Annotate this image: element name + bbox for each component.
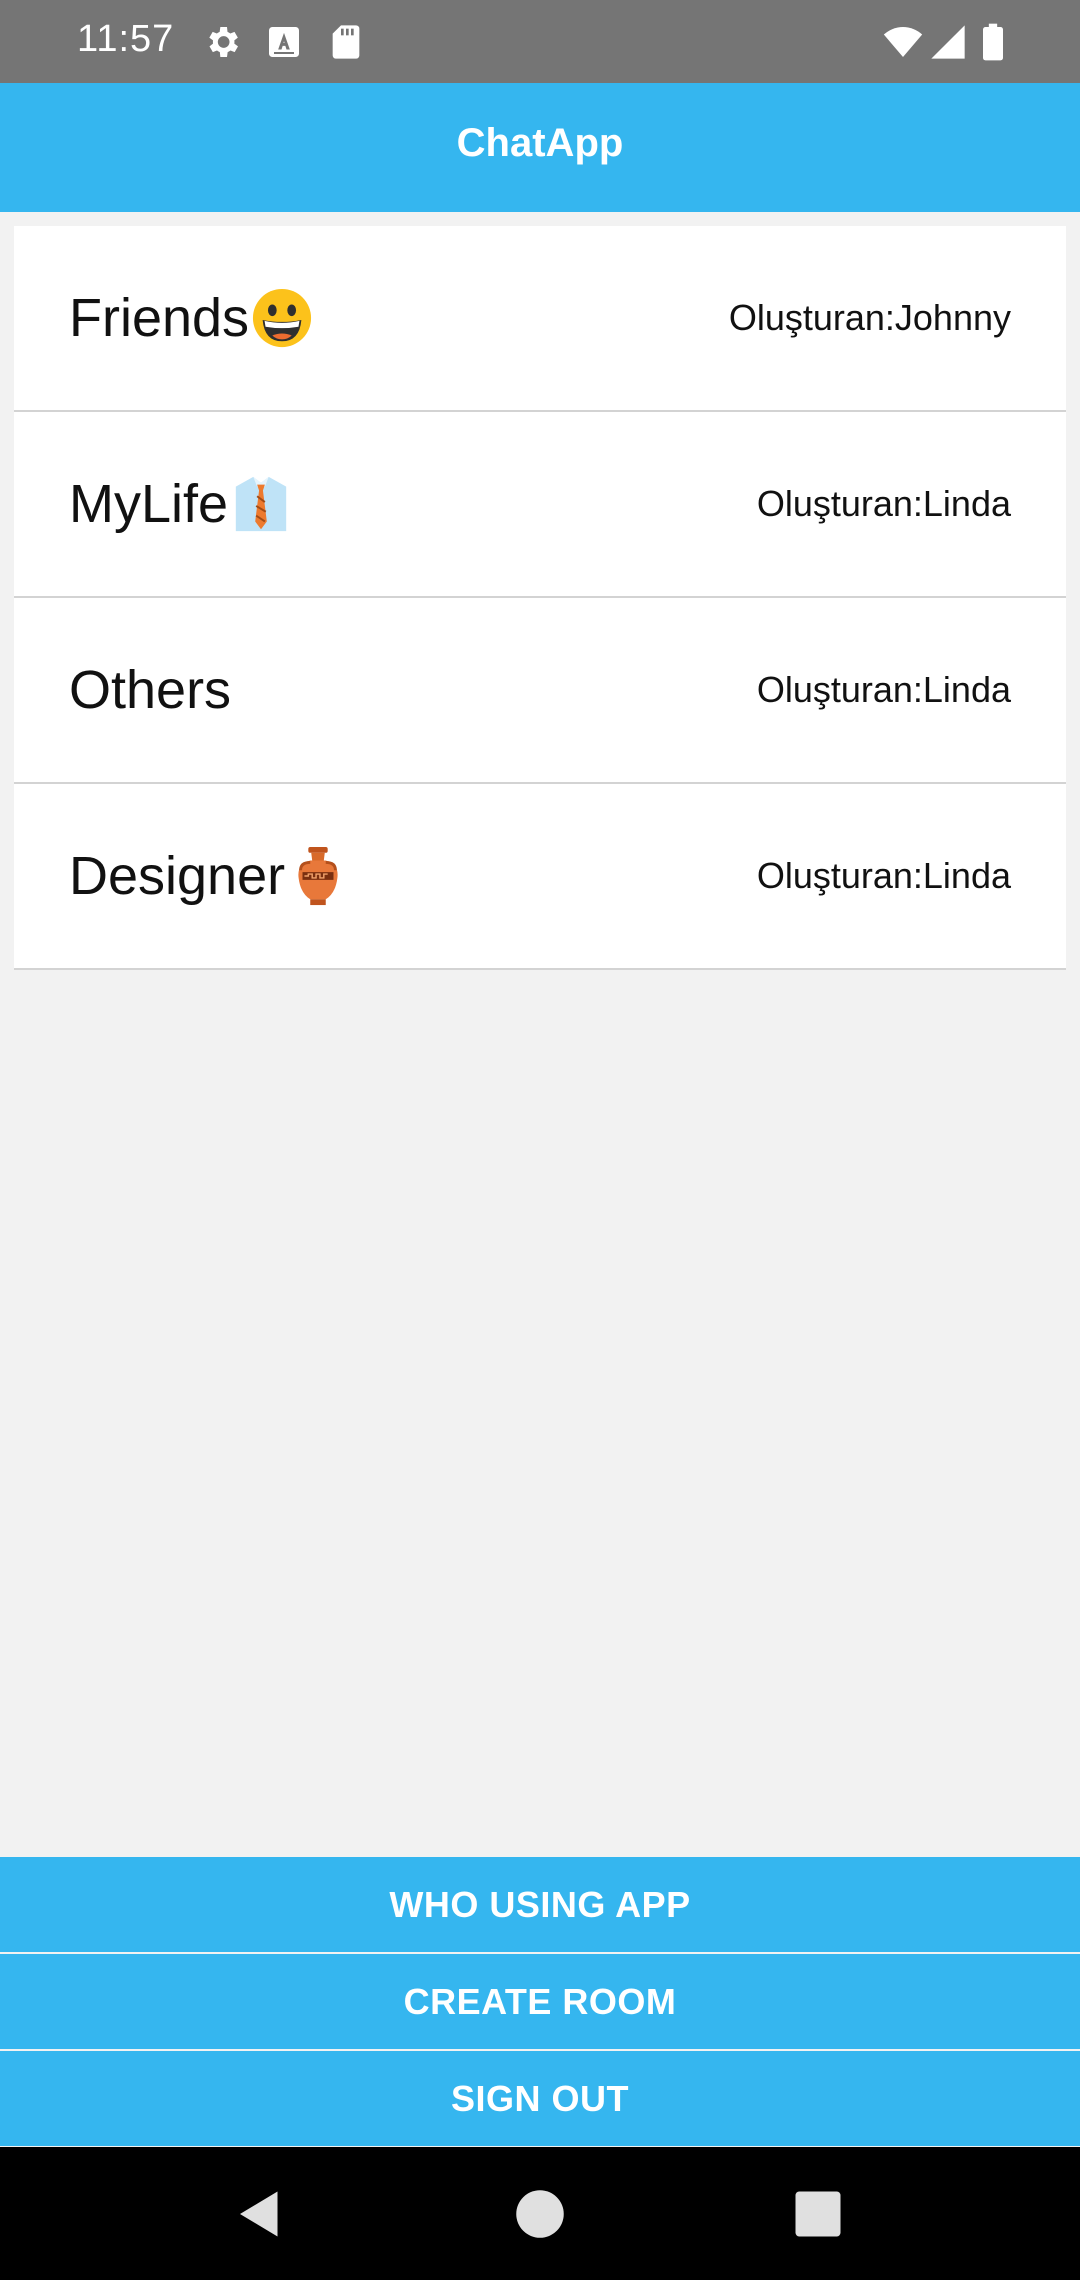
room-name: MyLife — [69, 473, 292, 535]
who-using-app-button[interactable]: WHO USING APP — [0, 1857, 1080, 1952]
signal-icon — [928, 22, 968, 62]
sign-out-button[interactable]: SIGN OUT — [0, 2051, 1080, 2146]
create-room-button[interactable]: CREATE ROOM — [0, 1954, 1080, 2049]
room-creator: Oluşturan:Linda — [756, 669, 1011, 710]
room-creator: Oluşturan:Johnny — [728, 297, 1011, 338]
gear-icon — [202, 22, 242, 62]
room-item-friends[interactable]: Friends Oluşturan:Johnny — [14, 226, 1066, 412]
sd-card-icon — [326, 22, 366, 62]
shirt-tie-emoji-icon — [230, 473, 292, 535]
room-name: Designer — [69, 845, 349, 907]
chat-rooms-screen: 11:57 ChatApp Friends Oluşturan:Johnny M… — [0, 0, 1080, 2280]
room-creator: Oluşturan:Linda — [756, 483, 1011, 524]
room-list: Friends Oluşturan:Johnny MyLife Oluştura… — [14, 226, 1066, 970]
recents-square-icon[interactable] — [788, 2184, 848, 2244]
wifi-icon — [880, 22, 926, 62]
room-name: Friends — [69, 287, 313, 349]
grinning-face-emoji-icon — [251, 287, 313, 349]
home-circle-icon[interactable] — [510, 2184, 570, 2244]
status-time: 11:57 — [77, 18, 175, 60]
room-item-others[interactable]: Others Oluşturan:Linda — [14, 598, 1066, 784]
status-bar: 11:57 — [0, 0, 1080, 83]
room-item-designer[interactable]: Designer Oluşturan:Linda — [14, 784, 1066, 970]
room-creator: Oluşturan:Linda — [756, 855, 1011, 896]
amphora-emoji-icon — [287, 845, 349, 907]
room-name: Others — [69, 660, 232, 720]
navigation-bar — [0, 2147, 1080, 2280]
back-triangle-icon[interactable] — [230, 2184, 290, 2244]
a-keyboard-icon — [264, 22, 304, 62]
battery-icon — [976, 22, 1010, 62]
app-title: ChatApp — [456, 121, 624, 165]
app-bar: ChatApp — [0, 83, 1080, 212]
room-item-mylife[interactable]: MyLife Oluşturan:Linda — [14, 412, 1066, 598]
